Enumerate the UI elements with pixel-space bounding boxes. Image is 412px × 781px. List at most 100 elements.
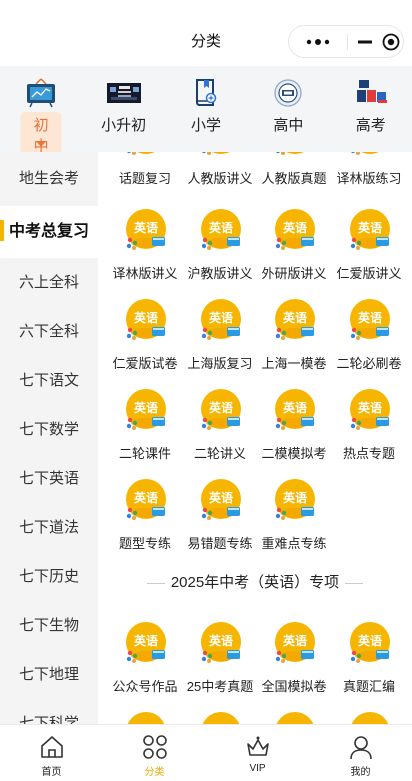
english-badge-icon: 英语	[201, 209, 241, 250]
section-heading: 2025年中考（英语）专项	[98, 571, 412, 592]
category-gaokao[interactable]: 高考	[330, 66, 412, 152]
english-badge-icon: 英语	[350, 389, 390, 430]
english-badge-icon: 英语	[201, 479, 241, 520]
sidebar-item-grade7-geography[interactable]: 七下地理	[0, 650, 98, 699]
close-target-icon[interactable]	[382, 33, 400, 51]
tile-label: 全国模拟卷	[261, 679, 327, 694]
english-badge-icon: 英语	[126, 209, 166, 250]
category-label: 小升初	[101, 117, 147, 134]
resource-tile[interactable]: 英语 外研版讲义	[255, 207, 333, 293]
resource-tile[interactable]: 英语 25中考真题	[181, 620, 259, 706]
tab-label: VIP	[249, 763, 266, 774]
tab-vip[interactable]: VIP	[206, 725, 309, 781]
english-badge-icon: 英语	[202, 712, 240, 724]
english-badge-icon: 英语	[275, 389, 315, 430]
english-badge-icon: 英语	[350, 299, 390, 340]
tile-label: 外研版讲义	[261, 266, 327, 281]
book-icon	[195, 79, 217, 106]
resource-tile[interactable]: 英语 上海一模卷	[255, 297, 333, 383]
minimize-icon[interactable]	[357, 35, 373, 49]
sidebar-item-geo-bio-exam[interactable]: 地生会考	[0, 152, 98, 206]
high-school-icon	[274, 79, 302, 107]
resource-tile[interactable]: 英语人教版讲义	[181, 152, 259, 198]
tab-mine[interactable]: 我的	[309, 725, 412, 781]
english-badge-icon: 英语	[275, 479, 315, 520]
sidebar-item-grade7-science[interactable]: 七下科学	[0, 699, 98, 724]
sidebar-item-grade6-fall[interactable]: 六上全科	[0, 258, 98, 307]
category-junior-high[interactable]: 初中	[0, 66, 82, 158]
sidebar-item-grade6-spring[interactable]: 六下全科	[0, 307, 98, 356]
home-icon	[40, 736, 63, 758]
english-badge-icon: 英语	[350, 209, 390, 250]
tile-label: 话题复习	[118, 171, 171, 186]
divider-line	[345, 582, 364, 584]
capsule-divider	[347, 34, 348, 50]
svg-text:英语: 英语	[283, 400, 307, 415]
resource-tile[interactable]: 英语	[106, 710, 184, 724]
resource-tile[interactable]: 英语 真题汇编	[330, 620, 408, 706]
category-label: 高考	[355, 117, 386, 134]
category-high-school[interactable]: 高中	[247, 66, 329, 152]
english-badge-icon: 英语	[276, 152, 304, 155]
svg-text:英语: 英语	[358, 220, 382, 235]
resource-tile[interactable]: 英语人教版真题	[255, 152, 333, 198]
resource-tile[interactable]: 英语 仁爱版讲义	[330, 207, 408, 293]
tile-label: 译林版练习	[336, 171, 402, 186]
resource-tile[interactable]: 英语译林版练习	[330, 152, 408, 198]
svg-text:英语: 英语	[134, 310, 158, 325]
svg-text:英语: 英语	[283, 490, 307, 505]
tile-label: 二模模拟考	[261, 446, 327, 461]
english-badge-icon: 英语	[126, 622, 166, 663]
english-badge-icon: 英语	[126, 389, 166, 430]
resource-tile[interactable]: 英语 公众号作品	[106, 620, 184, 706]
svg-text:英语: 英语	[283, 633, 307, 648]
tile-label: 仁爱版试卷	[112, 356, 178, 371]
sidebar-item-grade7-math[interactable]: 七下数学	[0, 405, 98, 454]
tile-label: 人教版真题	[261, 171, 327, 186]
category-primary-to-junior[interactable]: 小升初	[82, 66, 164, 152]
sidebar-item-zhongkao-review[interactable]: 中考总复习	[0, 206, 98, 258]
resource-tile[interactable]: 英语	[330, 710, 408, 724]
resource-tile[interactable]: 英语 上海版复习	[181, 297, 259, 383]
tab-home[interactable]: 首页	[0, 725, 103, 781]
svg-text:英语: 英语	[358, 310, 382, 325]
category-label: 高中	[273, 117, 304, 134]
sidebar-item-grade7-chinese[interactable]: 七下语文	[0, 356, 98, 405]
sidebar-item-grade7-morality[interactable]: 七下道法	[0, 503, 98, 552]
tab-label: 我的	[350, 767, 371, 778]
resource-tile[interactable]: 英语 易错题专练	[181, 477, 259, 563]
divider-line	[146, 582, 165, 584]
user-icon	[349, 736, 372, 760]
sidebar-item-grade7-history[interactable]: 七下历史	[0, 552, 98, 601]
resource-tile[interactable]: 英语话题复习	[106, 152, 184, 198]
english-badge-icon: 英语	[201, 299, 241, 340]
svg-text:英语: 英语	[209, 220, 233, 235]
resource-tile[interactable]: 英语 二轮课件	[106, 387, 184, 473]
english-badge-icon: 英语	[201, 389, 241, 430]
category-primary[interactable]: 小学	[165, 66, 247, 152]
resource-tile[interactable]: 英语 热点专题	[330, 387, 408, 473]
tab-label: 首页	[41, 767, 62, 778]
resource-tile[interactable]: 英语 全国模拟卷	[255, 620, 333, 706]
sidebar-item-grade7-biology[interactable]: 七下生物	[0, 601, 98, 650]
resource-tile[interactable]: 英语 二轮必刷卷	[330, 297, 408, 383]
tile-label: 题型专练	[118, 536, 171, 551]
resource-tile[interactable]: 英语 题型专练	[106, 477, 184, 563]
resource-tile[interactable]: 英语 译林版讲义	[106, 207, 184, 293]
svg-text:英语: 英语	[283, 220, 307, 235]
resource-tile[interactable]: 英语 二模模拟考	[255, 387, 333, 473]
blackboard-icon	[27, 78, 56, 108]
resource-tile[interactable]: 英语 仁爱版试卷	[106, 297, 184, 383]
tile-label: 真题汇编	[342, 679, 395, 694]
tile-label: 热点专题	[342, 446, 395, 461]
tab-category[interactable]: 分类	[103, 725, 206, 781]
sidebar-item-grade7-english[interactable]: 七下英语	[0, 454, 98, 503]
resource-tile[interactable]: 英语 重难点专练	[255, 477, 333, 563]
resource-tile[interactable]: 英语	[255, 710, 333, 724]
resource-tile[interactable]: 英语 二轮讲义	[181, 387, 259, 473]
sidebar: 地生会考 中考总复习 六上全科 六下全科 七下语文 七下数学 七下英语 七下道法…	[0, 152, 98, 724]
more-options-icon[interactable]	[301, 35, 335, 49]
tile-label: 仁爱版讲义	[336, 266, 402, 281]
resource-tile[interactable]: 英语 沪教版讲义	[181, 207, 259, 293]
resource-tile[interactable]: 英语	[181, 710, 259, 724]
